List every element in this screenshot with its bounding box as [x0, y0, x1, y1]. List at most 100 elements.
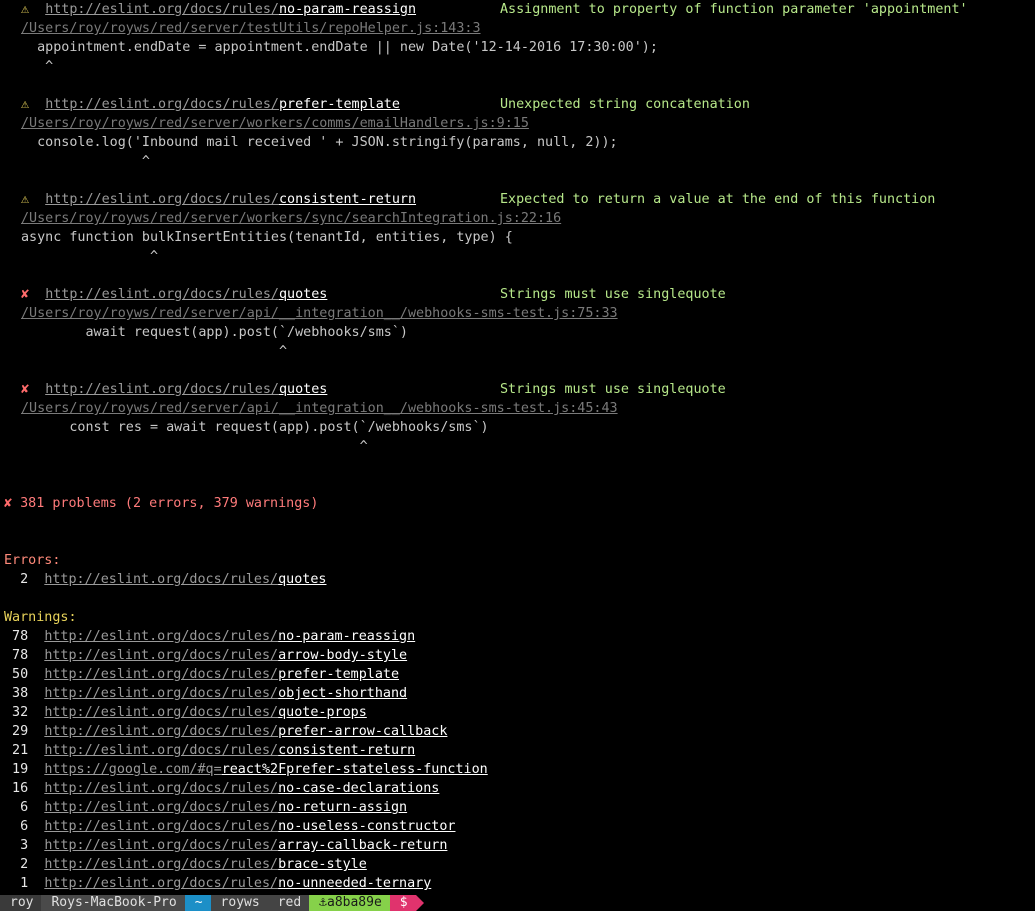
warnings-heading: Warnings: [4, 608, 77, 627]
rule-link-prefix[interactable]: http://eslint.org/docs/rules/ [44, 781, 278, 796]
error-summary-row: 2 http://eslint.org/docs/rules/quotes [4, 570, 326, 589]
rule-link-prefix[interactable]: http://eslint.org/docs/rules/ [45, 2, 279, 17]
rule-count: 32 [4, 705, 29, 720]
rule-count: 38 [4, 686, 29, 701]
prompt-git-branch: ⚓a8ba89e [309, 895, 398, 911]
warning-summary-row: 6 http://eslint.org/docs/rules/no-return… [4, 798, 407, 817]
rule-count: 19 [4, 762, 29, 777]
issue-message: Assignment to property of function param… [500, 2, 968, 17]
rule-link-name[interactable]: brace-style [278, 857, 367, 872]
rule-link-prefix[interactable]: http://eslint.org/docs/rules/ [44, 572, 278, 587]
prompt-symbol: $ [389, 895, 424, 911]
warning-summary-row: 3 http://eslint.org/docs/rules/array-cal… [4, 836, 447, 855]
warning-summary-row: 29 http://eslint.org/docs/rules/prefer-a… [4, 722, 447, 741]
file-path-link[interactable]: /Users/roy/royws/red/server/workers/comm… [21, 116, 529, 131]
rule-link-prefix[interactable]: http://eslint.org/docs/rules/ [44, 857, 278, 872]
rule-link-prefix[interactable]: http://eslint.org/docs/rules/ [45, 287, 279, 302]
rule-link-name[interactable]: quotes [279, 287, 327, 302]
rule-link-prefix[interactable]: http://eslint.org/docs/rules/ [44, 838, 278, 853]
rule-link-name[interactable]: consistent-return [279, 192, 416, 207]
rule-link-name[interactable]: quotes [279, 382, 327, 397]
rule-link-name[interactable]: object-shorthand [278, 686, 407, 701]
rule-link-name[interactable]: quotes [278, 572, 326, 587]
warning-summary-row: 19 https://google.com/#q=react%2Fprefer-… [4, 760, 488, 779]
prompt-home: ~ [184, 895, 219, 911]
issue-caret: ^ [21, 247, 158, 266]
errors-heading: Errors: [4, 551, 60, 570]
rule-link-name[interactable]: no-case-declarations [278, 781, 439, 796]
rule-link-prefix[interactable]: http://eslint.org/docs/rules/ [44, 629, 278, 644]
warning-summary-row: 6 http://eslint.org/docs/rules/no-useles… [4, 817, 455, 836]
caret-marker: ^ [21, 439, 368, 454]
shell-prompt: roy Roys-MacBook-Pro ~ royws red ⚓a8ba89… [0, 895, 424, 911]
rule-link-prefix[interactable]: http://eslint.org/docs/rules/ [44, 800, 278, 815]
warning-icon: ⚠ [21, 192, 30, 207]
rule-count: 1 [4, 876, 29, 891]
rule-link-name[interactable]: no-return-assign [278, 800, 407, 815]
caret-marker: ^ [21, 154, 150, 169]
rule-link-name[interactable]: prefer-template [278, 667, 399, 682]
rule-link-prefix[interactable]: https://google.com/#q= [44, 762, 221, 777]
rule-link-name[interactable]: no-param-reassign [278, 629, 415, 644]
warning-summary-row: 16 http://eslint.org/docs/rules/no-case-… [4, 779, 439, 798]
rule-link-name[interactable]: array-callback-return [278, 838, 447, 853]
warning-summary-row: 1 http://eslint.org/docs/rules/no-unneed… [4, 874, 431, 893]
code-snippet: console.log('Inbound mail received ' + J… [21, 135, 618, 150]
prompt-user: roy [0, 895, 51, 911]
rule-link-prefix[interactable]: http://eslint.org/docs/rules/ [45, 382, 279, 397]
issue-message: Unexpected string concatenation [500, 97, 750, 112]
caret-marker: ^ [21, 59, 54, 74]
issue-path: /Users/roy/royws/red/server/api/__integr… [21, 304, 618, 323]
file-path-link[interactable]: /Users/roy/royws/red/server/api/__integr… [21, 306, 618, 321]
warning-icon: ⚠ [21, 2, 30, 17]
issue-code: async function bulkInsertEntities(tenant… [21, 228, 513, 247]
rule-link-name[interactable]: prefer-template [279, 97, 400, 112]
rule-link-name[interactable]: consistent-return [278, 743, 415, 758]
issue-path: /Users/roy/royws/red/server/workers/comm… [21, 114, 529, 133]
issue-code: appointment.endDate = appointment.endDat… [21, 38, 658, 57]
rule-link-prefix[interactable]: http://eslint.org/docs/rules/ [45, 192, 279, 207]
issue-code: await request(app).post(`/webhooks/sms`) [21, 323, 407, 342]
rule-count: 2 [4, 857, 29, 872]
rule-link-prefix[interactable]: http://eslint.org/docs/rules/ [44, 667, 278, 682]
rule-count: 50 [4, 667, 29, 682]
file-path-link[interactable]: /Users/roy/royws/red/server/testUtils/re… [21, 21, 481, 36]
issue-header: ⚠ http://eslint.org/docs/rules/consisten… [21, 190, 935, 209]
issue-code: console.log('Inbound mail received ' + J… [21, 133, 618, 152]
rule-link-name[interactable]: react%2Fprefer-stateless-function [222, 762, 488, 777]
rule-link-name[interactable]: no-useless-constructor [278, 819, 455, 834]
issue-code: const res = await request(app).post(`/we… [21, 418, 488, 437]
warning-summary-row: 50 http://eslint.org/docs/rules/prefer-t… [4, 665, 399, 684]
problems-summary: ✘ 381 problems (2 errors, 379 warnings) [4, 494, 318, 513]
warning-summary-row: 78 http://eslint.org/docs/rules/arrow-bo… [4, 646, 407, 665]
rule-count: 6 [4, 800, 29, 815]
rule-link-prefix[interactable]: http://eslint.org/docs/rules/ [44, 705, 278, 720]
issue-message: Strings must use singlequote [500, 382, 726, 397]
rule-link-prefix[interactable]: http://eslint.org/docs/rules/ [44, 686, 278, 701]
file-path-link[interactable]: /Users/roy/royws/red/server/workers/sync… [21, 211, 561, 226]
file-path-link[interactable]: /Users/roy/royws/red/server/api/__integr… [21, 401, 618, 416]
warnings-heading-label: Warnings: [4, 610, 77, 625]
rule-link-prefix[interactable]: http://eslint.org/docs/rules/ [44, 819, 278, 834]
rule-count: 29 [4, 724, 29, 739]
warning-summary-row: 78 http://eslint.org/docs/rules/no-param… [4, 627, 415, 646]
issue-header: ⚠ http://eslint.org/docs/rules/prefer-te… [21, 95, 750, 114]
rule-link-name[interactable]: prefer-arrow-callback [278, 724, 447, 739]
rule-link-prefix[interactable]: http://eslint.org/docs/rules/ [44, 743, 278, 758]
rule-link-name[interactable]: no-unneeded-ternary [278, 876, 431, 891]
rule-count: 2 [4, 572, 29, 587]
rule-link-name[interactable]: no-param-reassign [279, 2, 416, 17]
prompt-dir-royws: royws [210, 895, 276, 911]
warning-summary-row: 2 http://eslint.org/docs/rules/brace-sty… [4, 855, 367, 874]
error-icon: ✘ [21, 287, 30, 302]
rule-link-prefix[interactable]: http://eslint.org/docs/rules/ [44, 648, 278, 663]
issue-caret: ^ [21, 57, 53, 76]
rule-link-prefix[interactable]: http://eslint.org/docs/rules/ [44, 724, 278, 739]
rule-link-name[interactable]: quote-props [278, 705, 367, 720]
error-icon: ✘ [4, 496, 13, 511]
prompt-host: Roys-MacBook-Pro [41, 895, 193, 911]
rule-link-prefix[interactable]: http://eslint.org/docs/rules/ [44, 876, 278, 891]
rule-link-name[interactable]: arrow-body-style [278, 648, 407, 663]
rule-count: 16 [4, 781, 29, 796]
rule-link-prefix[interactable]: http://eslint.org/docs/rules/ [45, 97, 279, 112]
